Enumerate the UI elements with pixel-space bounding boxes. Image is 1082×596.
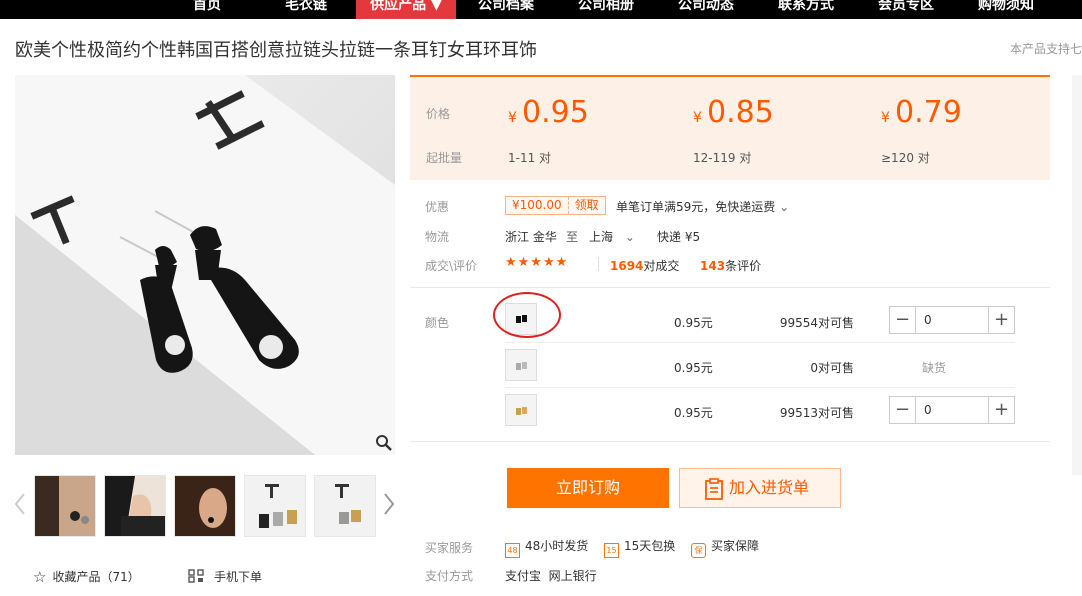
rating-stars: ★★★★★ [505,255,569,270]
price-label: 价格 [426,107,451,121]
order-now-button[interactable]: 立即订购 [507,468,669,508]
ship-from: 浙江 金华 [505,230,557,244]
quantity-input[interactable]: 0 [924,403,932,417]
promo-label: 优惠 [425,200,450,214]
15day-icon: 15 [604,543,619,558]
min-qty-label: 起批量 [426,151,463,165]
thumbnail-image [315,476,375,536]
coupon-claim[interactable]: 领取 [567,197,605,214]
clipboard-icon [705,478,723,500]
section-divider [410,287,1050,288]
sku-price: 0.95元 [674,361,713,375]
nav-products[interactable]: 供应产品 ▼ [356,0,456,19]
price-tier-1: ¥ 0.95 [508,95,589,130]
add-to-cart-label: 加入进货单 [729,478,810,497]
sku-price: 0.95元 [674,316,713,330]
guarantee-icon: 保 [691,543,706,558]
main-product-image[interactable] [15,75,395,455]
thumbnail-4[interactable] [244,475,306,537]
qty-range-3: ≥120 对 [881,151,930,165]
48h-icon: 48 [505,543,520,558]
deal-count[interactable]: 1694对成交 [610,257,679,274]
section-divider [410,441,1050,442]
service-15day[interactable]: 15 15天包换 [604,537,675,558]
nav-sweater-chain[interactable]: 毛衣链 [275,0,337,19]
plus-button[interactable]: + [988,307,1014,333]
services-label: 买家服务 [425,541,474,555]
quantity-stepper[interactable]: − 0 + [889,306,1015,334]
out-of-stock-label: 缺货 [922,361,947,375]
nav-shopping-guide[interactable]: 购物须知 [971,0,1041,19]
thumbnail-2[interactable] [104,475,166,537]
service-guarantee[interactable]: 保买家保障 [691,537,759,558]
zoom-icon[interactable] [375,434,393,452]
payment-methods: 支付宝 网上银行 [505,569,597,583]
nav-company-news[interactable]: 公司动态 [671,0,741,19]
product-title: 欧美个性极简约个性韩国百搭创意拉链头拉链一条耳钉女耳环耳饰 [15,40,537,61]
row-divider [505,387,1015,388]
sku-stock: 0对可售 [810,361,854,375]
mobile-order-link[interactable]: 手机下单 [188,568,262,585]
chevron-down-icon: ⌄ [624,230,635,244]
sku-stock: 99513对可售 [779,406,854,420]
star-outline-icon: ☆ [33,568,47,586]
quantity-stepper[interactable]: − 0 + [889,396,1015,424]
sku-thumb-silver[interactable] [505,349,537,381]
nav-contact[interactable]: 联系方式 [771,0,841,19]
mobile-order-label: 手机下单 [214,570,263,584]
review-count[interactable]: 143条评价 [700,257,761,274]
thumbnail-3[interactable] [174,475,236,537]
nav-home[interactable]: 首页 [176,0,238,19]
highlight-circle [493,292,561,338]
sku-image [506,395,536,425]
price-tier-3: ¥ 0.79 [881,95,962,130]
product-photo [15,75,395,455]
thumb-next-icon[interactable] [383,492,395,516]
chevron-down-icon: ⌄ [779,200,790,214]
ship-to-select[interactable]: 上海 ⌄ [589,228,635,245]
price-tier-2: ¥ 0.85 [693,95,774,130]
thumbnail-image [35,476,95,536]
color-label: 颜色 [425,316,450,330]
promo-desc[interactable]: 单笔订单满59元，免快递运费 ⌄ [616,198,789,215]
qr-code-icon [188,569,204,583]
top-nav: 首页 毛衣链 供应产品 ▼ 公司档案 公司相册 公司动态 联系方式 会员专区 购… [0,0,1082,19]
thumb-prev-icon[interactable] [14,492,26,516]
thumbnail-image [175,476,235,536]
qty-range-2: 12-119 对 [693,151,752,165]
add-to-cart-button[interactable]: 加入进货单 [679,468,841,508]
thumbnail-image [245,476,305,536]
plus-button[interactable]: + [988,397,1014,423]
price-panel: 价格 起批量 ¥ 0.95 ¥ 0.85 ¥ 0.79 1-11 对 12-11… [410,75,1050,180]
qty-range-1: 1-11 对 [508,151,552,165]
row-divider [505,342,1015,343]
thumbnail-image [105,476,165,536]
deals-label: 成交\评价 [425,259,478,273]
divider [598,257,599,271]
coupon-amount: ¥100.00 [512,198,562,212]
sku-stock: 99554对可售 [779,316,854,330]
nav-company-profile[interactable]: 公司档案 [471,0,541,19]
shipping-fee: 快递 ¥5 [657,230,701,244]
sku-price: 0.95元 [674,406,713,420]
favorite-label: 收藏产品（71） [52,570,140,584]
quantity-input[interactable]: 0 [924,313,932,327]
sku-thumb-gold[interactable] [505,394,537,426]
payment-label: 支付方式 [425,569,474,583]
minus-button[interactable]: − [890,307,916,333]
logistics-label: 物流 [425,230,450,244]
right-sidebar-edge [1072,75,1082,475]
support-note: 本产品支持七 [1010,42,1082,56]
favorite-link[interactable]: ☆ 收藏产品（71） [33,568,140,586]
nav-members[interactable]: 会员专区 [871,0,941,19]
coupon-badge[interactable]: ¥100.00 领取 [505,196,606,215]
minus-button[interactable]: − [890,397,916,423]
thumbnail-1[interactable] [34,475,96,537]
service-48h[interactable]: 48 48小时发货 [505,537,588,558]
nav-company-album[interactable]: 公司相册 [571,0,641,19]
thumbnail-5[interactable] [314,475,376,537]
ship-to-word: 至 [566,230,579,244]
sku-image [506,350,536,380]
